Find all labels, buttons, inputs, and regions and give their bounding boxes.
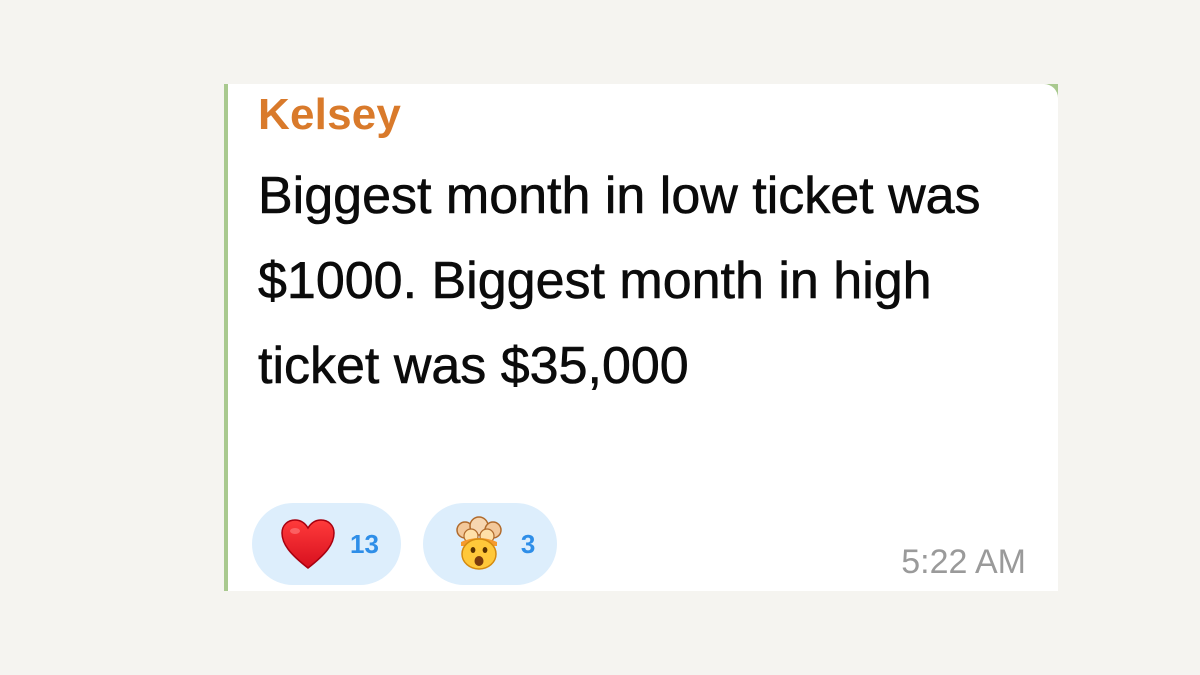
reaction-count: 13 — [350, 528, 379, 559]
screenshot-canvas: Kelsey Biggest month in low ticket was $… — [0, 0, 1200, 675]
message-text: Biggest month in low ticket was $1000. B… — [258, 167, 981, 396]
reaction-count: 3 — [520, 528, 536, 559]
message-timestamp: 5:22 AM — [901, 543, 1026, 581]
reactions-bar: 13 3 — [252, 503, 558, 585]
red-heart-icon — [280, 516, 336, 572]
message-bubble[interactable]: Kelsey Biggest month in low ticket was $… — [228, 84, 1058, 591]
reaction-heart-button[interactable]: 13 — [252, 503, 401, 585]
exploding-head-icon — [451, 516, 507, 572]
sender-name[interactable]: Kelsey — [258, 90, 401, 140]
reaction-exploding-head-button[interactable]: 3 — [422, 503, 558, 585]
